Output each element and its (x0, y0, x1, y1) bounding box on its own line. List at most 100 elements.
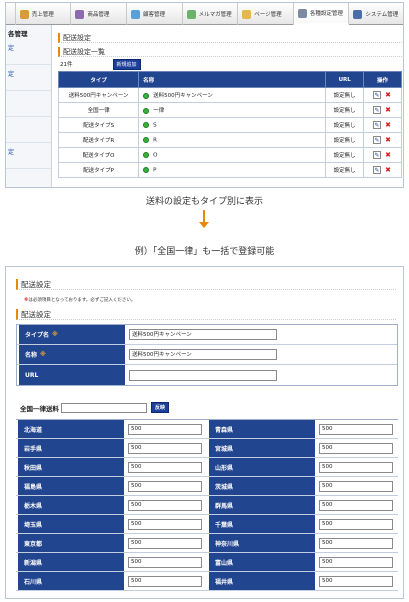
column-header-type: タイプ (57, 71, 140, 88)
sidebar-item[interactable] (6, 91, 51, 117)
shipping-fee-input[interactable]: 500 (128, 518, 202, 530)
table-row: 全国一律 一律 設定無し ✎ ✖ (57, 102, 402, 118)
type-name-label: タイプ名 ※ (17, 325, 125, 344)
edit-icon[interactable]: ✎ (373, 91, 382, 99)
prefecture-label: 青森県 (207, 420, 315, 438)
page-icon (242, 9, 252, 19)
prefecture-row: 福島県 500 茨城県 500 (16, 477, 398, 496)
caption-bulk-register: 例）「全国一律」も一括で登録可能 (134, 247, 275, 257)
delete-icon[interactable]: ✖ (384, 151, 392, 159)
edit-icon[interactable]: ✎ (373, 151, 382, 159)
status-dot-icon (143, 151, 150, 158)
shipping-fee-input[interactable]: 500 (128, 537, 202, 549)
shipping-fee-input[interactable]: 500 (128, 461, 202, 473)
prefecture-row: 栃木県 500 群馬県 500 (16, 496, 398, 515)
shipping-fee-input[interactable]: 500 (128, 480, 202, 492)
shipping-fee-input[interactable]: 500 (319, 537, 393, 549)
sidebar-item[interactable]: 定 (6, 39, 51, 65)
shipping-fee-input[interactable]: 500 (128, 575, 202, 587)
required-mark: ※ (52, 331, 58, 338)
delete-icon[interactable]: ✖ (384, 106, 392, 114)
bulk-shipping-input[interactable] (61, 402, 147, 413)
delete-icon[interactable]: ✖ (384, 121, 392, 129)
edit-icon[interactable]: ✎ (373, 121, 382, 129)
table-header-row: タイプ 名称 URL 操作 (57, 71, 402, 88)
cell-type: 配送タイプS (57, 117, 140, 133)
form-row-url: URL (17, 365, 397, 385)
shipping-fee-input[interactable]: 500 (128, 499, 202, 511)
sidebar-item[interactable]: 定 (6, 65, 51, 91)
mail-icon (186, 9, 196, 19)
nav-tab-settings[interactable]: 各種設定管理 (293, 3, 350, 25)
count-row: 21件 新規追加 (58, 57, 402, 71)
shipping-fee-input[interactable]: 500 (128, 442, 202, 454)
delete-icon[interactable]: ✖ (384, 91, 392, 99)
table-row: 配送タイプS S 設定無し ✎ ✖ (57, 117, 402, 133)
required-note: ※は必須項目となっております。必ずご記入ください。 (24, 298, 136, 303)
cell-type: 配送タイプR (57, 132, 140, 148)
shipping-fee-input[interactable]: 500 (319, 423, 393, 435)
shipping-fee-input[interactable]: 500 (319, 480, 393, 492)
sales-icon (19, 9, 29, 19)
prefecture-row: 秋田県 500 山形県 500 (16, 458, 398, 477)
edit-icon[interactable]: ✎ (373, 136, 382, 144)
nav-tab-mailmag[interactable]: メルマガ管理 (183, 3, 239, 25)
cell-url: 設定無し (325, 117, 365, 133)
delete-icon[interactable]: ✖ (384, 166, 392, 174)
cell-type: 送料500円キャンペーン (57, 87, 140, 103)
nav-tab-edge (6, 3, 16, 25)
status-dot-icon (143, 92, 150, 99)
cell-url: 設定無し (325, 162, 365, 178)
shipping-fee-input[interactable]: 500 (128, 556, 202, 568)
cell-actions: ✎ ✖ (363, 87, 402, 103)
type-name-input[interactable]: 送料500円キャンペーン (129, 329, 277, 340)
delete-icon[interactable]: ✖ (384, 136, 392, 144)
table-row: 送料500円キャンペーン 送料500円キャンペーン 設定無し ✎ ✖ (57, 87, 402, 103)
shipping-fee-input[interactable]: 500 (319, 499, 393, 511)
bulk-shipping-label: 全国一律送料 (20, 404, 59, 413)
nav-tab-sales[interactable]: 売上管理 (16, 3, 72, 25)
shipping-fee-input[interactable]: 500 (319, 518, 393, 530)
settings-icon (297, 8, 307, 18)
customer-icon (130, 9, 140, 19)
shipping-fee-input[interactable]: 500 (128, 423, 202, 435)
nav-tab-pages[interactable]: ページ管理 (238, 3, 294, 25)
name-label: 名称 ※ (17, 345, 125, 364)
prefecture-row: 岩手県 500 宮城県 500 (16, 439, 398, 458)
nav-tab-system[interactable]: システム管理 (349, 3, 403, 25)
product-icon (75, 9, 85, 19)
column-header-actions: 操作 (363, 71, 402, 88)
top-navigation: 売上管理 商品管理 顧客管理 メルマガ管理 ページ管理 各種設定管理 システム管… (6, 3, 403, 25)
bulk-shipping-row: 全国一律送料 反映 (20, 402, 170, 413)
shipping-fee-input[interactable]: 500 (319, 575, 393, 587)
nav-tab-products[interactable]: 商品管理 (71, 3, 127, 25)
sidebar-item[interactable]: 定 (6, 143, 51, 169)
sidebar-item[interactable] (6, 117, 51, 143)
section-title: 配送設定一覧 (58, 47, 402, 57)
cell-url: 設定無し (325, 102, 365, 118)
prefecture-label: 石川県 (16, 572, 124, 590)
form-row-name: 名称 ※ 送料500円キャンペーン (17, 345, 397, 365)
sidebar-item[interactable] (6, 169, 51, 187)
caption-type-display: 送料の設定もタイプ別に表示 (145, 197, 263, 207)
apply-button[interactable]: 反映 (151, 402, 170, 413)
section-title: 配送設定 (16, 309, 396, 320)
prefecture-label: 富山県 (207, 553, 315, 571)
nav-tab-customers[interactable]: 顧客管理 (127, 3, 183, 25)
prefecture-label: 東京都 (16, 534, 124, 552)
name-input[interactable]: 送料500円キャンペーン (129, 349, 277, 360)
prefecture-label: 千葉県 (207, 515, 315, 533)
add-new-button[interactable]: 新規追加 (112, 58, 141, 70)
prefecture-label: 茨城県 (207, 477, 315, 495)
cell-type: 配送タイプO (57, 147, 140, 163)
cell-name: O (138, 147, 327, 163)
edit-icon[interactable]: ✎ (373, 166, 382, 174)
url-label: URL (17, 365, 125, 385)
shipping-fee-input[interactable]: 500 (319, 461, 393, 473)
shipping-fee-input[interactable]: 500 (319, 556, 393, 568)
edit-icon[interactable]: ✎ (373, 106, 382, 114)
table-row: 配送タイプP P 設定無し ✎ ✖ (57, 162, 402, 178)
shipping-fee-input[interactable]: 500 (319, 442, 393, 454)
cell-name: P (138, 162, 327, 178)
url-input[interactable] (129, 369, 277, 381)
